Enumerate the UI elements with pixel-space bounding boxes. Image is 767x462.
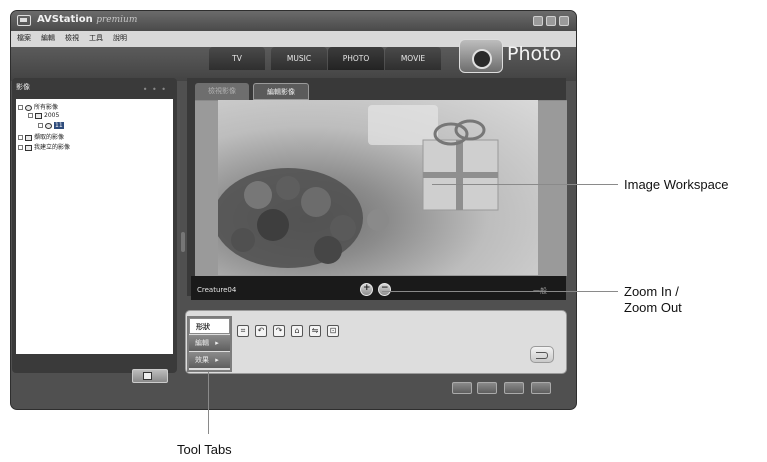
tree-item-label: 擷取的影像: [34, 134, 65, 141]
camera-icon: [459, 39, 503, 73]
menu-tools[interactable]: 工具: [89, 33, 103, 43]
calendar-icon: [35, 112, 42, 119]
bottom-action-3-button[interactable]: [504, 382, 524, 394]
collapse-icon[interactable]: [18, 135, 23, 140]
tool-tabs-callout: Tool Tabs: [177, 442, 232, 457]
menu-help[interactable]: 說明: [113, 33, 127, 43]
tree-item-captured[interactable]: 擷取的影像: [18, 132, 64, 141]
perspective-icon[interactable]: ⌂: [291, 325, 303, 337]
sidebar-header: 影像 • • •: [16, 82, 173, 98]
clock-icon: [25, 104, 32, 111]
folder-icon: [25, 144, 32, 151]
bottom-action-4-button[interactable]: [531, 382, 551, 394]
tree-item-created[interactable]: 我建立的影像: [18, 142, 70, 151]
app-tv-icon: [17, 15, 31, 26]
zoom-callout-line2: Zoom Out: [624, 300, 682, 315]
zoom-in-icon: +: [363, 283, 371, 293]
sidebar: 影像 • • • 所有影像 2005 11 擷取的影像 我建立的影像: [12, 78, 177, 383]
collapse-icon[interactable]: [18, 145, 23, 150]
minimize-button[interactable]: [533, 16, 543, 26]
zoom-in-button[interactable]: +: [360, 283, 373, 296]
tree-item-all-images[interactable]: 所有影像: [18, 102, 58, 111]
menu-edit[interactable]: 編輯: [41, 33, 55, 43]
clock-icon: [45, 122, 52, 129]
tree-item-label: 我建立的影像: [34, 144, 71, 151]
rotate-right-icon[interactable]: ↷: [273, 325, 285, 337]
tool-panel: [185, 310, 567, 374]
tab-tv[interactable]: TV: [209, 47, 265, 70]
collapse-icon[interactable]: [38, 123, 43, 128]
flip-icon[interactable]: ⇋: [309, 325, 321, 337]
sidebar-options-icon[interactable]: • • •: [143, 85, 167, 94]
workspace-callout: Image Workspace: [624, 177, 729, 192]
resize-icon[interactable]: ⊡: [327, 325, 339, 337]
collapse-icon[interactable]: [28, 113, 33, 118]
app-edition: premium: [96, 15, 138, 25]
folder-tree: 所有影像 2005 11 擷取的影像 我建立的影像: [16, 99, 173, 354]
title-bar: AVStation premium: [11, 11, 576, 31]
maximize-button[interactable]: [546, 16, 556, 26]
add-folder-button[interactable]: [132, 369, 168, 383]
bottom-action-2-button[interactable]: [477, 382, 497, 394]
tab-photo[interactable]: PHOTO: [328, 47, 384, 70]
app-name: AVStation: [37, 14, 93, 25]
rotate-left-icon[interactable]: ↶: [255, 325, 267, 337]
menu-file[interactable]: 檔案: [17, 33, 31, 43]
undo-button[interactable]: [530, 346, 554, 363]
bottom-action-1-button[interactable]: [452, 382, 472, 394]
zoom-callout-line: [382, 291, 618, 292]
tree-item-label: 11: [54, 122, 64, 129]
photo-flowers-gift: [218, 105, 499, 268]
image-icon: [25, 134, 32, 141]
photo-image[interactable]: [218, 100, 538, 275]
mode-title: Photo: [507, 43, 562, 65]
tab-view-image[interactable]: 檢視影像: [195, 83, 249, 100]
tab-movie[interactable]: MOVIE: [385, 47, 441, 70]
tree-item-2005[interactable]: 2005: [28, 112, 59, 119]
panel-splitter[interactable]: [181, 232, 185, 252]
close-button[interactable]: [559, 16, 569, 26]
sidebar-title: 影像: [16, 83, 30, 91]
app-title: AVStation premium: [37, 14, 137, 25]
crop-icon[interactable]: ⌗: [237, 325, 249, 337]
zoom-callout-line1: Zoom In /: [624, 284, 679, 299]
tool-tabs-callout-line: [208, 372, 209, 434]
menu-view[interactable]: 檢視: [65, 33, 79, 43]
tree-item-11[interactable]: 11: [38, 122, 64, 129]
tab-music[interactable]: MUSIC: [271, 47, 327, 70]
collapse-icon[interactable]: [18, 105, 23, 110]
image-filename: Creature04: [197, 286, 237, 294]
tree-item-label: 2005: [44, 112, 60, 119]
tab-edit-image[interactable]: 編輯影像: [253, 83, 309, 100]
workspace-callout-line: [432, 184, 618, 185]
tree-item-label: 所有影像: [34, 104, 59, 111]
zoom-out-button[interactable]: −: [378, 283, 391, 296]
tool-tabs-highlight: [187, 316, 232, 372]
